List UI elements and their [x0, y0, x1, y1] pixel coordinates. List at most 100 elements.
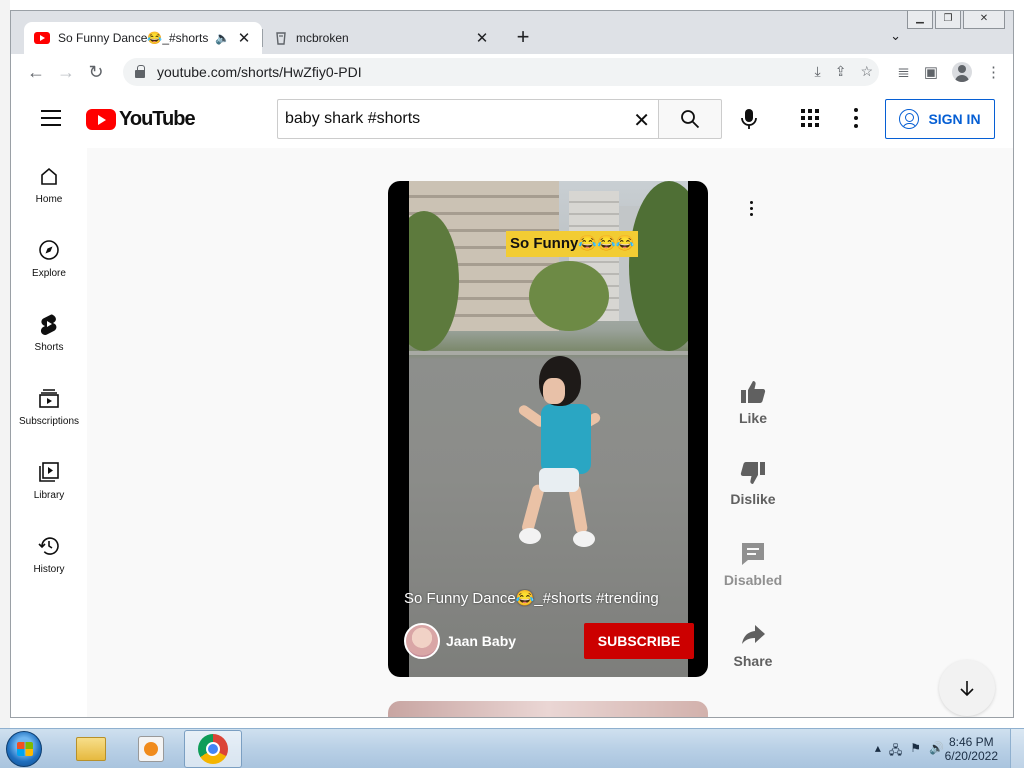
guide-item-history[interactable]: History — [11, 518, 87, 592]
thumbs-down-icon — [737, 457, 769, 489]
comments-button[interactable]: Disabled — [723, 538, 783, 588]
sign-in-button[interactable]: SIGN IN — [885, 99, 995, 139]
guide-item-subscriptions[interactable]: Subscriptions — [11, 370, 87, 444]
show-desktop-button[interactable] — [1010, 729, 1024, 768]
tab-title: mcbroken — [296, 31, 349, 45]
taskbar-chrome-button[interactable] — [184, 730, 242, 768]
guide-item-label: History — [33, 564, 65, 575]
omnibox-actions: ⤓ ⇪ ☆ — [815, 63, 874, 80]
action-center-flag-icon[interactable]: ⚑ — [910, 741, 921, 762]
guide-item-library[interactable]: Library — [11, 444, 87, 518]
desktop-edge — [0, 0, 10, 728]
youtube-logo-text: YouTube — [119, 108, 196, 130]
mini-guide: Home Explore Shorts Subscriptions Librar… — [11, 148, 87, 717]
close-tab-icon[interactable]: ✕ — [474, 29, 490, 47]
share-page-icon[interactable]: ⇪ — [835, 63, 847, 80]
forward-button[interactable]: → — [51, 62, 81, 83]
arrow-down-icon — [960, 681, 974, 697]
youtube-logo[interactable]: YouTube — [86, 108, 196, 131]
volume-icon[interactable]: 🔊 — [929, 741, 944, 762]
background-tree — [529, 261, 609, 331]
guide-item-home[interactable]: Home — [11, 148, 87, 222]
folder-icon — [76, 737, 106, 761]
new-tab-button[interactable]: + — [511, 25, 535, 49]
toolbar-right: ≣ ▣ ⋮ — [897, 62, 1001, 82]
guide-item-shorts[interactable]: Shorts — [11, 296, 87, 370]
history-icon — [37, 534, 61, 558]
close-window-button[interactable]: ✕ — [963, 11, 1005, 29]
reload-button[interactable]: ↻ — [81, 62, 111, 83]
dislike-label: Dislike — [730, 491, 776, 507]
media-control-icon[interactable]: ≣ — [897, 63, 910, 81]
channel-name[interactable]: Jaan Baby — [446, 633, 584, 649]
road-curb — [409, 351, 688, 355]
address-bar[interactable]: youtube.com/shorts/HwZfiy0-PDI ⤓ ⇪ ☆ — [123, 58, 879, 86]
like-label: Like — [738, 410, 767, 426]
side-panel-icon[interactable]: ▣ — [924, 63, 938, 81]
settings-menu-icon[interactable] — [854, 108, 858, 128]
library-icon — [37, 460, 61, 484]
install-app-icon[interactable]: ⤓ — [815, 63, 821, 80]
network-icon[interactable]: 🖧 — [889, 741, 902, 762]
search-query: baby shark #shorts — [285, 110, 421, 127]
like-button[interactable]: Like — [723, 376, 783, 426]
tab-inactive[interactable]: mcbroken ✕ — [264, 22, 500, 54]
taskbar-explorer-button[interactable] — [62, 730, 120, 768]
guide-item-label: Shorts — [34, 342, 64, 353]
show-hidden-icons-icon[interactable]: ▴ — [875, 741, 881, 762]
back-button[interactable]: ← — [21, 62, 51, 83]
tab-divider — [262, 29, 263, 47]
mcbroken-favicon-icon — [276, 32, 286, 45]
subscriptions-icon — [37, 386, 61, 410]
browser-menu-icon[interactable]: ⋮ — [986, 63, 1001, 81]
account-circle-icon — [899, 109, 920, 129]
guide-item-label: Explore — [32, 268, 66, 279]
windows-taskbar: ▴ 🖧 ⚑ 🔊 8:46 PM 6/20/2022 — [0, 728, 1024, 768]
short-title[interactable]: So Funny Dance😂_#shorts #trending — [404, 589, 694, 607]
youtube-masthead: YouTube baby shark #shorts ✕ SIGN IN — [11, 90, 1013, 148]
microphone-icon — [741, 109, 757, 129]
youtube-favicon-icon — [34, 32, 50, 44]
channel-avatar[interactable] — [404, 623, 440, 659]
browser-window: So Funny Dance😂_#shorts #trending 🔈 ✕ mc… — [10, 10, 1014, 718]
url-text: youtube.com/shorts/HwZfiy0-PDI — [157, 64, 362, 80]
speaker-icon[interactable]: 🔈 — [215, 31, 230, 45]
youtube-apps-icon[interactable] — [801, 109, 819, 127]
tab-title: So Funny Dance😂_#shorts #trending — [58, 31, 211, 45]
taskbar-media-player-button[interactable] — [122, 730, 180, 768]
taskbar-clock[interactable]: 8:46 PM 6/20/2022 — [945, 735, 998, 763]
minimize-button[interactable]: ▁ — [907, 11, 933, 29]
clear-search-icon[interactable]: ✕ — [633, 108, 650, 133]
restore-button[interactable]: ❐ — [935, 11, 961, 29]
tab-search-chevron-icon[interactable]: ⌄ — [890, 28, 901, 44]
shorts-player[interactable]: So Funny😂😂😂 So Funny Dance😂_#shorts #tre… — [388, 181, 708, 677]
next-short-button[interactable] — [939, 660, 995, 716]
search-input[interactable]: baby shark #shorts ✕ — [277, 99, 658, 139]
search-icon — [681, 110, 700, 129]
comments-disabled-label: Disabled — [723, 572, 783, 588]
lock-icon[interactable] — [135, 65, 145, 78]
tab-strip: So Funny Dance😂_#shorts #trending 🔈 ✕ mc… — [11, 11, 1013, 54]
bookmark-star-icon[interactable]: ☆ — [860, 63, 873, 80]
next-short-preview[interactable] — [388, 701, 708, 717]
short-more-actions-icon[interactable] — [750, 201, 754, 219]
channel-row: Jaan Baby SUBSCRIBE — [404, 623, 694, 659]
youtube-page: YouTube baby shark #shorts ✕ SIGN IN Hom… — [11, 90, 1013, 717]
youtube-play-logo-icon — [86, 109, 116, 130]
dancing-child-figure — [516, 356, 607, 566]
video-caption-sticker: So Funny😂😂😂 — [506, 231, 639, 257]
close-tab-icon[interactable]: ✕ — [236, 29, 252, 47]
voice-search-button[interactable] — [737, 107, 761, 131]
clock-time: 8:46 PM — [948, 735, 994, 749]
dislike-button[interactable]: Dislike — [723, 457, 783, 507]
search-button[interactable] — [658, 99, 722, 139]
start-button[interactable] — [6, 731, 42, 767]
guide-item-explore[interactable]: Explore — [11, 222, 87, 296]
subscribe-button[interactable]: SUBSCRIBE — [584, 623, 694, 659]
share-icon — [737, 619, 769, 651]
tab-active[interactable]: So Funny Dance😂_#shorts #trending 🔈 ✕ — [24, 22, 262, 54]
profile-avatar-icon[interactable] — [952, 62, 972, 82]
share-button[interactable]: Share — [723, 619, 783, 669]
comment-icon — [737, 538, 769, 570]
guide-menu-icon[interactable] — [41, 110, 61, 126]
